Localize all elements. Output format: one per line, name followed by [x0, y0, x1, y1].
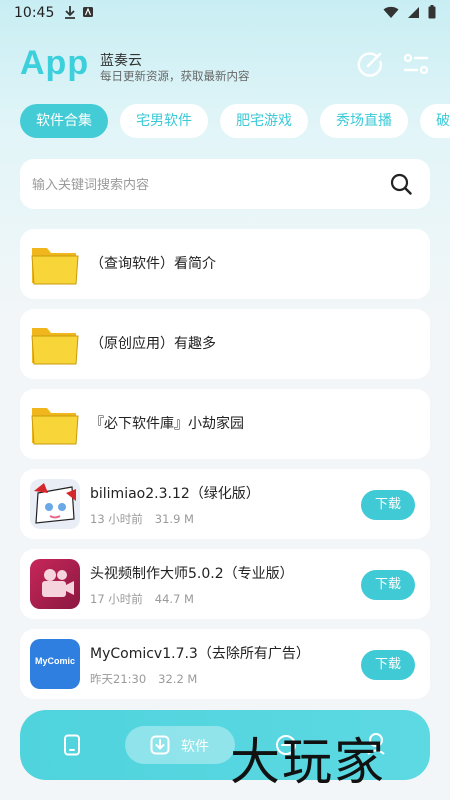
status-time: 10:45 [14, 5, 55, 21]
folder-item[interactable]: （查询软件）看简介 [20, 229, 430, 299]
sliders-icon [403, 53, 429, 75]
app-title: 蓝奏云 [100, 53, 142, 69]
folder-icon [30, 239, 80, 289]
signal-icon [407, 6, 420, 23]
app-size: 32.2 M [158, 672, 198, 686]
search-input[interactable] [30, 169, 374, 201]
app-size: 44.7 M [154, 592, 194, 606]
app-item[interactable]: bilimiao2.3.12（绿化版） 13 小时前 31.9 M 下载 [20, 469, 430, 539]
tab-otaku-games[interactable]: 肥宅游戏 [220, 104, 308, 138]
phone-icon [64, 734, 80, 756]
battery-icon [428, 5, 436, 23]
nav-software-label: 软件 [181, 739, 209, 755]
download-box-icon [150, 735, 170, 759]
app-time: 昨天21:30 [90, 672, 147, 686]
watermark-text: 大玩家 [230, 733, 386, 791]
app-time: 17 小时前 [90, 592, 143, 606]
app-item[interactable]: 头视频制作大师5.0.2（专业版） 17 小时前 44.7 M 下载 [20, 549, 430, 619]
folder-icon [30, 399, 80, 449]
status-bar: 10:45 [0, 0, 450, 26]
mycomic-icon-label: MyComic [35, 656, 76, 666]
video-maker-app-icon [30, 559, 80, 609]
app-title: 头视频制作大师5.0.2（专业版） [90, 566, 294, 582]
search-icon [390, 173, 412, 195]
folder-title: （查询软件）看简介 [90, 256, 216, 272]
content-list: （查询软件）看简介 （原创应用）有趣多 『必下软件庫』小劫家园 bilimiao… [20, 229, 430, 709]
download-button[interactable]: 下载 [361, 570, 415, 600]
app-logo: App [20, 44, 90, 82]
app-time: 13 小时前 [90, 512, 143, 526]
download-button[interactable]: 下载 [361, 650, 415, 680]
notification-status-icon [82, 6, 94, 21]
tab-otaku-software[interactable]: 宅男软件 [120, 104, 208, 138]
tab-software-collection[interactable]: 软件合集 [20, 104, 108, 138]
app-size: 31.9 M [154, 512, 194, 526]
folder-item[interactable]: 『必下软件庫』小劫家园 [20, 389, 430, 459]
app-title: MyComicv1.7.3（去除所有广告） [90, 646, 310, 662]
download-status-icon [64, 5, 76, 22]
folder-title: 『必下软件庫』小劫家园 [90, 416, 244, 432]
app-title: bilimiao2.3.12（绿化版） [90, 486, 260, 502]
app-meta: 昨天21:30 32.2 M [90, 671, 197, 687]
filter-settings-button[interactable] [402, 50, 430, 78]
compose-icon [357, 52, 383, 77]
app-meta: 13 小时前 31.9 M [90, 511, 194, 527]
wifi-icon [383, 6, 399, 23]
mycomic-app-icon: MyComic [30, 639, 80, 689]
folder-item[interactable]: （原创应用）有趣多 [20, 309, 430, 379]
category-tabs: 软件合集宅男软件肥宅游戏秀场直播破解 [20, 104, 450, 140]
bilimiao-app-icon [30, 479, 80, 529]
search-button[interactable] [390, 173, 412, 195]
nav-software-tab[interactable]: 软件 [125, 726, 235, 764]
tab-cracked[interactable]: 破解 [420, 104, 450, 138]
app-header: App 蓝奏云 每日更新资源，获取最新内容 [20, 44, 430, 88]
search-bar [20, 159, 430, 209]
app-meta: 17 小时前 44.7 M [90, 591, 194, 607]
compose-button[interactable] [356, 50, 384, 78]
tab-live-streaming[interactable]: 秀场直播 [320, 104, 408, 138]
folder-title: （原创应用）有趣多 [90, 336, 216, 352]
app-subtitle: 每日更新资源，获取最新内容 [100, 69, 250, 83]
app-item[interactable]: MyComic MyComicv1.7.3（去除所有广告） 昨天21:30 32.… [20, 629, 430, 699]
folder-icon [30, 319, 80, 369]
download-button[interactable]: 下载 [361, 490, 415, 520]
nav-phone-button[interactable] [63, 734, 81, 760]
